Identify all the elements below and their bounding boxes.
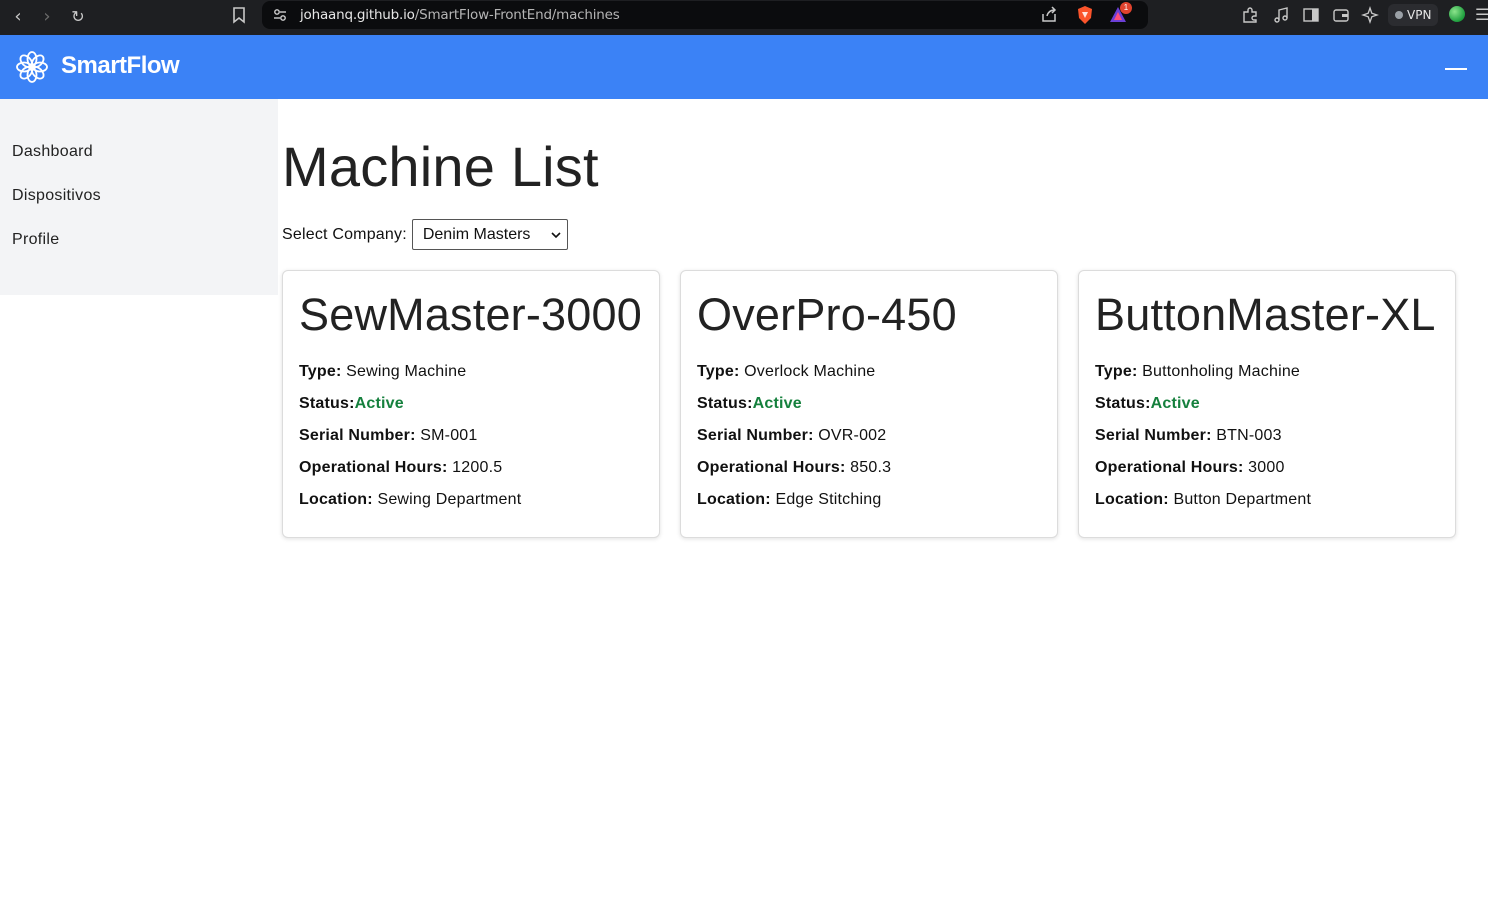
serial-label: Serial Number: xyxy=(299,427,416,444)
machine-location: Sewing Department xyxy=(377,491,522,508)
menu-toggle-icon[interactable] xyxy=(1445,68,1467,70)
sidebar-item-profile[interactable]: Profile xyxy=(12,231,59,249)
logo-icon xyxy=(16,51,48,83)
location-label: Location: xyxy=(1095,491,1169,508)
hours-label: Operational Hours: xyxy=(299,459,448,476)
company-selector: Select Company: Denim Masters xyxy=(282,219,568,250)
machine-status: Active xyxy=(354,395,404,412)
page-title: Machine List xyxy=(282,135,599,198)
type-label: Type: xyxy=(697,363,740,380)
serial-label: Serial Number: xyxy=(1095,427,1212,444)
vpn-label: VPN xyxy=(1407,8,1432,22)
machine-serial-row: Serial Number: OVR-002 xyxy=(697,427,886,445)
url-text: johaanq.github.io/SmartFlow-FrontEnd/mac… xyxy=(300,7,620,23)
forward-icon[interactable]: › xyxy=(35,5,59,29)
url-host: johaanq.github.io xyxy=(300,7,415,23)
machine-location-row: Location: Button Department xyxy=(1095,491,1311,509)
site-settings-icon[interactable] xyxy=(272,7,288,23)
hours-label: Operational Hours: xyxy=(697,459,846,476)
type-label: Type: xyxy=(299,363,342,380)
location-label: Location: xyxy=(299,491,373,508)
hours-label: Operational Hours: xyxy=(1095,459,1244,476)
machine-card: SewMaster-3000 Type: Sewing Machine Stat… xyxy=(282,270,660,538)
machine-serial: SM-001 xyxy=(420,427,478,444)
machine-type-row: Type: Sewing Machine xyxy=(299,363,466,381)
serial-label: Serial Number: xyxy=(697,427,814,444)
machine-type: Buttonholing Machine xyxy=(1142,363,1301,380)
chevron-down-icon xyxy=(551,232,561,239)
music-icon[interactable] xyxy=(1272,6,1290,24)
machine-type: Overlock Machine xyxy=(744,363,876,380)
brand-name[interactable]: SmartFlow xyxy=(61,52,180,80)
vpn-button[interactable]: VPN xyxy=(1388,4,1438,26)
machine-location-row: Location: Edge Stitching xyxy=(697,491,881,509)
status-label: Status: xyxy=(299,395,355,412)
leo-ai-icon[interactable] xyxy=(1361,6,1379,24)
back-icon[interactable]: ‹ xyxy=(6,5,30,29)
company-select[interactable]: Denim Masters xyxy=(411,219,568,250)
bookmark-icon[interactable] xyxy=(230,6,248,24)
machine-name: ButtonMaster-XL xyxy=(1095,289,1436,340)
machine-status-row: Status:Active xyxy=(1095,395,1200,413)
address-bar[interactable]: johaanq.github.io/SmartFlow-FrontEnd/mac… xyxy=(262,1,1148,29)
machine-hours: 3000 xyxy=(1248,459,1285,476)
machine-status-row: Status:Active xyxy=(299,395,404,413)
location-label: Location: xyxy=(697,491,771,508)
machine-hours: 850.3 xyxy=(850,459,892,476)
browser-toolbar: ‹ › ↻ johaanq.github.io/SmartFlow-FrontE… xyxy=(0,0,1488,35)
machine-type: Sewing Machine xyxy=(346,363,467,380)
machine-serial-row: Serial Number: BTN-003 xyxy=(1095,427,1282,445)
machine-hours-row: Operational Hours: 1200.5 xyxy=(299,459,502,477)
profile-avatar[interactable] xyxy=(1449,6,1465,22)
machine-serial: BTN-003 xyxy=(1216,427,1282,444)
rewards-badge: 1 xyxy=(1120,2,1132,14)
machine-card: ButtonMaster-XL Type: Buttonholing Machi… xyxy=(1078,270,1456,538)
machine-name: SewMaster-3000 xyxy=(299,289,642,340)
machine-status-row: Status:Active xyxy=(697,395,802,413)
app-header: SmartFlow xyxy=(0,35,1488,99)
browser-menu-icon[interactable]: ☰ xyxy=(1475,5,1488,25)
machine-type-row: Type: Overlock Machine xyxy=(697,363,875,381)
sidebar: Dashboard Dispositivos Profile xyxy=(0,99,278,295)
sidebar-item-dispositivos[interactable]: Dispositivos xyxy=(12,187,101,205)
status-label: Status: xyxy=(1095,395,1151,412)
machine-hours: 1200.5 xyxy=(452,459,503,476)
machine-card: OverPro-450 Type: Overlock Machine Statu… xyxy=(680,270,1058,538)
status-label: Status: xyxy=(697,395,753,412)
machine-location: Button Department xyxy=(1173,491,1312,508)
machine-serial-row: Serial Number: SM-001 xyxy=(299,427,478,445)
share-icon[interactable] xyxy=(1040,6,1058,24)
machine-location: Edge Stitching xyxy=(775,491,882,508)
url-path: /SmartFlow-FrontEnd/machines xyxy=(414,7,620,23)
type-label: Type: xyxy=(1095,363,1138,380)
machine-type-row: Type: Buttonholing Machine xyxy=(1095,363,1300,381)
machine-status: Active xyxy=(752,395,802,412)
machine-name: OverPro-450 xyxy=(697,289,957,340)
company-label: Select Company: xyxy=(282,225,407,243)
extensions-icon[interactable] xyxy=(1241,6,1259,24)
machine-hours-row: Operational Hours: 850.3 xyxy=(697,459,891,477)
sidebar-item-dashboard[interactable]: Dashboard xyxy=(12,143,93,161)
machine-status: Active xyxy=(1150,395,1200,412)
sidebar-toggle-icon[interactable] xyxy=(1302,6,1320,24)
vpn-status-icon xyxy=(1395,11,1403,19)
machine-serial: OVR-002 xyxy=(818,427,887,444)
reload-icon[interactable]: ↻ xyxy=(66,5,90,29)
wallet-icon[interactable] xyxy=(1332,6,1350,24)
company-select-value: Denim Masters xyxy=(422,225,531,243)
brave-shield-icon[interactable] xyxy=(1076,5,1094,25)
machine-location-row: Location: Sewing Department xyxy=(299,491,521,509)
machine-hours-row: Operational Hours: 3000 xyxy=(1095,459,1285,477)
